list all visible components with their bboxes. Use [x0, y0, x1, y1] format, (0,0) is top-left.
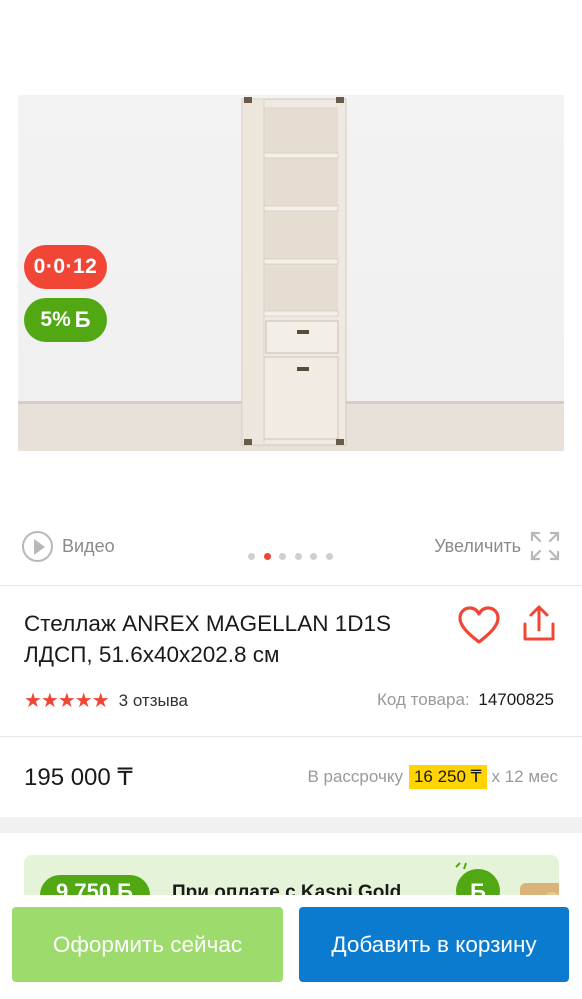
slide-dot[interactable] [248, 553, 255, 560]
bottom-action-bar: Оформить сейчас Добавить в корзину [0, 895, 582, 999]
reviews-link[interactable]: 3 отзыва [119, 691, 188, 711]
divider [0, 585, 582, 586]
bonus-badge: 5% Б [24, 298, 107, 342]
bonus-badge-label: 5% [40, 308, 71, 331]
divider [0, 736, 582, 737]
slide-indicator[interactable] [248, 553, 341, 560]
add-to-cart-button[interactable]: Добавить в корзину [299, 907, 569, 982]
product-rating[interactable]: ★★★★★ 3 отзыва [24, 688, 188, 713]
share-icon[interactable] [521, 604, 557, 644]
installment-info: В рассрочку 16 250 ₸ х 12 мес [307, 765, 558, 789]
slide-dot[interactable] [294, 553, 302, 560]
installment-label: В рассрочку [307, 767, 403, 786]
product-title: Стеллаж ANREX MAGELLAN 1D1S ЛДСП, 51.6x4… [24, 611, 391, 667]
installment-term: х 12 мес [491, 767, 559, 786]
product-code: Код товара: 14700825 [377, 690, 554, 710]
slide-dot[interactable] [310, 553, 317, 560]
installment-badge-label: 0·0·12 [33, 255, 98, 278]
slide-dot[interactable] [325, 553, 333, 560]
checkout-now-button[interactable]: Оформить сейчас [12, 907, 283, 982]
rating-stars: ★★★★★ [24, 690, 110, 712]
bonus-currency-icon: Б [74, 307, 91, 332]
favorite-heart-icon[interactable] [458, 606, 500, 646]
slide-dot[interactable] [279, 553, 286, 560]
installment-badge: 0·0·12 [24, 245, 107, 289]
video-button[interactable]: Видео [22, 530, 115, 562]
zoom-button[interactable]: Увеличить [434, 530, 560, 562]
product-price: 195 000 ₸ [24, 764, 133, 791]
zoom-label: Увеличить [434, 535, 521, 556]
video-label: Видео [62, 535, 115, 556]
product-code-value: 14700825 [478, 690, 554, 709]
slide-dot-active[interactable] [263, 553, 271, 560]
product-code-label: Код товара: [377, 690, 470, 709]
product-gallery[interactable]: 0·0·12 5% Б Видео Увеличить [0, 0, 582, 585]
installment-amount: 16 250 ₸ [408, 765, 487, 789]
section-separator [0, 817, 582, 833]
play-icon [22, 530, 53, 562]
expand-icon [530, 531, 560, 561]
